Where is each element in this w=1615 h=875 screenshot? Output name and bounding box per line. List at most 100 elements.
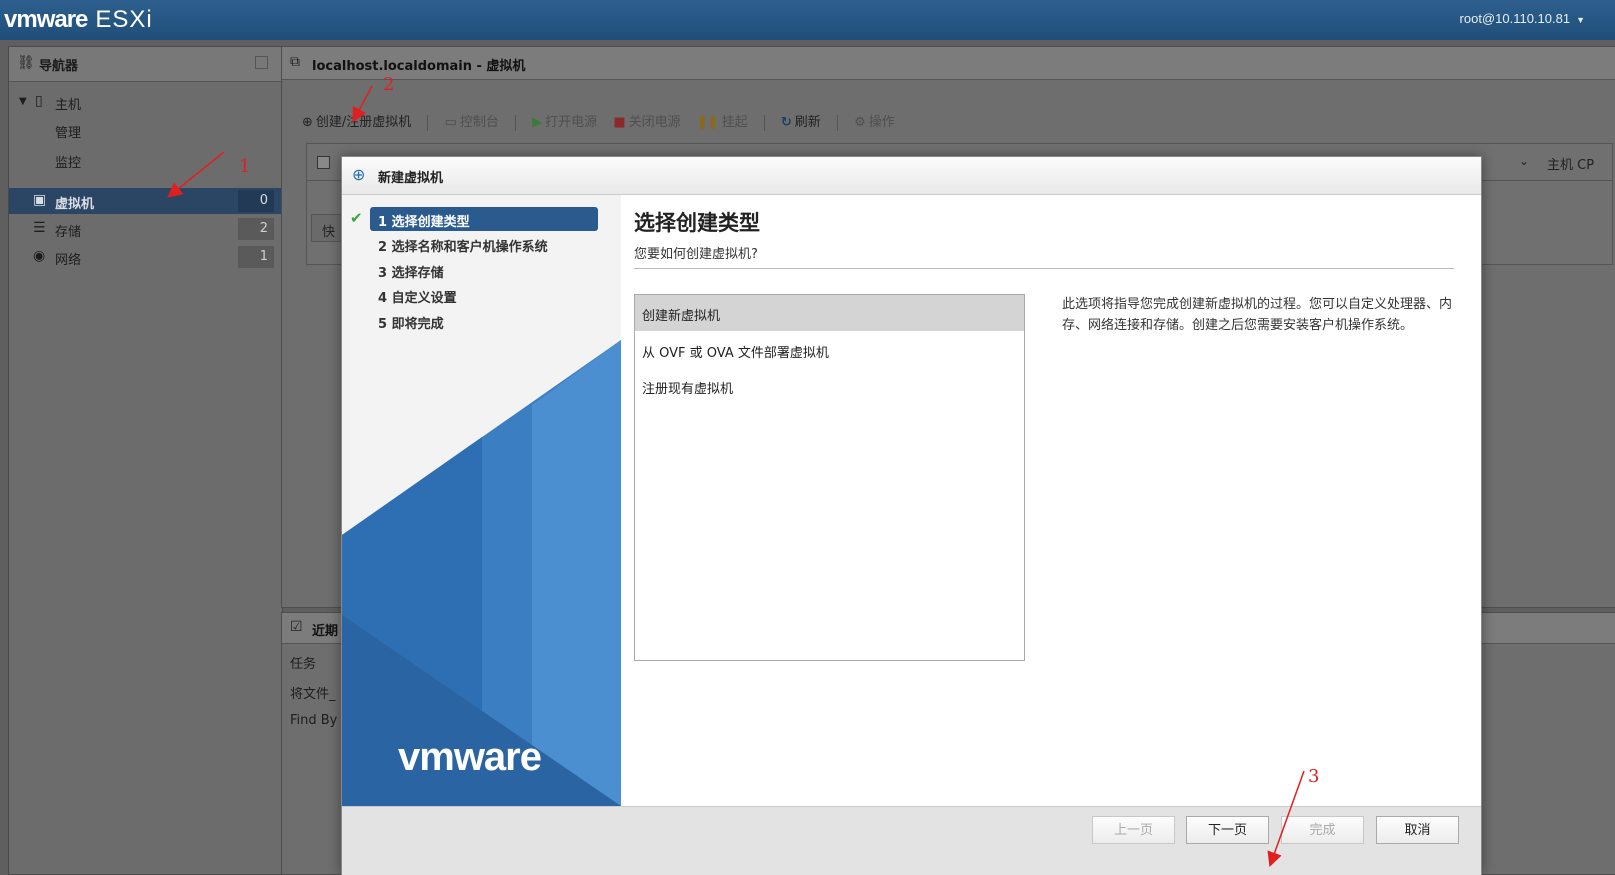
step-label: 3 选择存储 [378,266,444,281]
wizard-step-3[interactable]: 3 选择存储 [370,258,598,282]
step-heading: 选择创建类型 [634,211,760,235]
suspend-button[interactable]: ❚❚ 挂起 [697,111,748,130]
nav-host-label: 主机 [55,98,82,113]
annotation-label-2: 2 [383,74,395,95]
recent-tasks-title: 近期 [312,624,339,639]
option-description: 此选项将指导您完成创建新虚拟机的过程。您可以自定义处理器、内存、网络连接和存储。… [1062,297,1453,333]
select-all-checkbox[interactable] [317,156,330,169]
nav-monitor-label: 监控 [55,156,82,171]
vm-toolbar: ⊕ 创建/注册虚拟机 ▭ 控制台 ▶ 打开电源 ■ 关闭电源 ❚❚ 挂起 ↻ 刷新 ⚙ 操作 [302,111,907,133]
step-subheading: 您要如何创建虚拟机? [634,247,758,262]
option-deploy-ovf-ova[interactable]: 从 OVF 或 OVA 文件部署虚拟机 [635,332,1024,368]
actions-label: 操作 [868,115,895,130]
step-label: 5 即将完成 [378,317,444,332]
power-off-label: 关闭电源 [628,115,681,130]
nav-network[interactable]: ◉ 网络 1 [9,244,282,270]
next-button[interactable]: 下一页 [1186,816,1269,844]
wizard-steps-panel: ✔ 1 选择创建类型 2 选择名称和客户机操作系统 3 选择存储 4 自定义设置… [342,195,621,806]
option-register-existing-vm[interactable]: 注册现有虚拟机 [635,368,1024,404]
storage-count-badge: 2 [238,218,274,240]
creation-type-list: 创建新虚拟机 从 OVF 或 OVA 文件部署虚拟机 注册现有虚拟机 [634,294,1025,661]
network-count-badge: 1 [238,246,274,268]
column-task[interactable]: 任务 [290,653,316,672]
nav-network-label: 网络 [55,253,82,268]
create-vm-icon: ⊕ [302,115,313,130]
dialog-title: 新建虚拟机 [378,171,444,186]
annotation-label-1: 1 [239,156,251,177]
separator [763,114,765,131]
refresh-label: 刷新 [794,115,821,130]
nav-vm-label: 虚拟机 [55,197,95,212]
nav-host[interactable]: ▼ ▯ 主机 [9,89,282,115]
vmware-esxi-logo: vmware ESXi [4,6,153,33]
gear-icon: ⚙ [854,115,866,130]
pause-icon: ❚❚ [696,115,719,130]
wizard-step-4[interactable]: 4 自定义设置 [370,283,598,307]
new-vm-icon: ⊕ [352,165,366,184]
cancel-button[interactable]: 取消 [1376,816,1459,844]
wizard-content: 选择创建类型 您要如何创建虚拟机? 创建新虚拟机 从 OVF 或 OVA 文件部… [621,195,1481,806]
dialog-header: ⊕ 新建虚拟机 [342,157,1481,195]
task-row[interactable]: 将文件_ [290,683,336,702]
annotation-label-3: 3 [1308,766,1320,787]
divider [634,268,1454,269]
task-row[interactable]: Find By [290,713,337,728]
option-label: 创建新虚拟机 [642,309,721,324]
top-bar: vmware ESXi root@10.110.10.81 ▼ [0,0,1615,40]
power-on-label: 打开电源 [545,115,598,130]
chevron-down-icon[interactable]: ⌄ [1519,154,1529,168]
create-vm-label: 创建/注册虚拟机 [315,115,412,130]
vm-folder-icon: ⧉ [290,54,300,70]
storage-icon: ☰ [33,220,46,236]
suspend-label: 挂起 [721,115,748,130]
step-label: 1 选择创建类型 [378,215,470,230]
option-label: 注册现有虚拟机 [642,382,734,397]
finish-button[interactable]: 完成 [1281,816,1364,844]
column-host-cpu[interactable]: 主机 CP [1547,154,1594,173]
option-label: 从 OVF 或 OVA 文件部署虚拟机 [642,346,829,361]
power-off-button[interactable]: ■ 关闭电源 [613,111,680,130]
user-menu[interactable]: root@10.110.10.81 ▼ [1460,11,1585,26]
step-label: 4 自定义设置 [378,291,457,306]
nav-storage[interactable]: ☰ 存储 2 [9,216,282,242]
nav-manage-label: 管理 [55,126,82,141]
console-button[interactable]: ▭ 控制台 [445,111,499,130]
wizard-step-1[interactable]: 1 选择创建类型 [370,207,598,231]
checkmark-icon: ✔ [350,209,363,227]
wizard-step-5[interactable]: 5 即将完成 [370,309,598,333]
vm-icon: ▣ [33,192,47,208]
refresh-icon: ↻ [780,115,792,130]
expand-arrow-icon[interactable]: ▼ [19,96,27,107]
separator [515,114,517,131]
nav-virtual-machines[interactable]: ▣ 虚拟机 0 [9,188,282,214]
separator [836,114,838,131]
console-icon: ▭ [444,115,457,130]
back-button[interactable]: 上一页 [1092,816,1175,844]
step-label: 2 选择名称和客户机操作系统 [378,240,548,255]
navigator-header: ⛓ 导航器 [9,47,282,82]
user-label: root@10.110.10.81 [1459,11,1571,26]
main-header: ⧉ localhost.localdomain - 虚拟机 [282,47,1615,80]
actions-button[interactable]: ⚙ 操作 [854,111,895,130]
refresh-button[interactable]: ↻ 刷新 [781,111,821,130]
vmware-logo: vmware [398,735,542,779]
dialog-footer: 上一页 下一页 完成 取消 [342,806,1481,875]
wizard-step-2[interactable]: 2 选择名称和客户机操作系统 [370,232,598,256]
nav-storage-label: 存储 [55,225,82,240]
separator [427,114,429,131]
navigator-title: 导航器 [39,59,79,74]
create-register-vm-button[interactable]: ⊕ 创建/注册虚拟机 [302,111,411,130]
power-on-button[interactable]: ▶ 打开电源 [532,111,597,130]
page-title: localhost.localdomain - 虚拟机 [312,59,526,74]
tasks-icon: ☑ [290,619,303,635]
host-icon: ▯ [35,93,43,109]
play-icon: ▶ [532,115,543,130]
navigator-icon: ⛓ [17,55,35,71]
stop-icon: ■ [613,115,626,130]
option-create-new-vm[interactable]: 创建新虚拟机 [635,295,1024,331]
nav-manage[interactable]: 管理 [9,117,282,143]
collapse-icon[interactable] [255,56,268,69]
chevron-down-icon: ▼ [1576,15,1585,25]
network-icon: ◉ [33,248,46,264]
console-label: 控制台 [459,115,499,130]
